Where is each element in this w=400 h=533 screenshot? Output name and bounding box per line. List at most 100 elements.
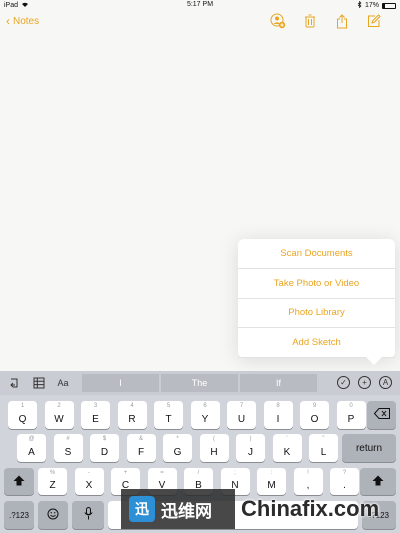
key-row3-3[interactable]: = V [147, 468, 177, 495]
microphone-icon [83, 507, 93, 523]
numbers-key-right[interactable]: .?123 [362, 501, 396, 529]
undo-icon[interactable] [8, 376, 22, 390]
status-bar: iPad 5:17 PM 17% [0, 0, 400, 10]
popover-arrow [366, 357, 382, 365]
format-text-button[interactable]: Aa [56, 376, 70, 390]
key-primary-label: Q [18, 413, 27, 425]
dictation-key[interactable] [72, 501, 104, 529]
key-primary-label: C [121, 480, 130, 491]
add-people-icon[interactable] [270, 13, 286, 29]
key-row1-8[interactable]: 9O [300, 401, 329, 429]
key-primary-label: E [92, 413, 99, 425]
key-secondary-label: % [49, 470, 56, 476]
emoji-icon [47, 508, 59, 523]
key-secondary-label: 3 [93, 403, 98, 409]
key-primary-label: . [343, 480, 346, 491]
return-label: return [355, 442, 383, 454]
key-row1-0[interactable]: 1Q [8, 401, 37, 429]
key-primary-label: , [306, 480, 310, 491]
key-secondary-label: # [66, 436, 70, 442]
emoji-key[interactable] [38, 501, 68, 529]
key-row2-1[interactable]: # S [53, 434, 83, 462]
numbers-key[interactable]: .?123 [4, 501, 34, 529]
battery-percent: 17% [364, 2, 379, 9]
key-primary-label: Z [49, 480, 56, 491]
key-primary-label: R [128, 413, 136, 425]
key-secondary-label: 1 [20, 403, 25, 409]
key-row3-2[interactable]: + C [111, 468, 140, 495]
key-primary-label: K [283, 446, 291, 458]
key-secondary-label: ) [249, 436, 252, 442]
key-secondary-label: : [270, 470, 273, 476]
key-primary-label: X [85, 480, 93, 491]
key-row2-6[interactable]: ) J [236, 434, 265, 462]
key-row1-6[interactable]: 7U [227, 401, 256, 429]
key-row1-1[interactable]: 2W [44, 401, 74, 429]
shift-icon [13, 475, 25, 489]
shift-icon [372, 475, 384, 489]
key-primary-label: P [347, 413, 355, 425]
return-key[interactable]: return [342, 434, 396, 462]
suggestion-2[interactable]: The [161, 374, 238, 392]
space-bar[interactable] [108, 501, 358, 529]
numbers-label: .?123 [8, 510, 30, 520]
key-secondary-label: 8 [276, 403, 280, 409]
suggestion-1[interactable]: I [82, 374, 159, 392]
key-row3-6[interactable]: :M [257, 468, 286, 495]
shift-key-left[interactable] [4, 468, 34, 495]
key-primary-label: H [210, 446, 218, 458]
key-secondary-label: ! [307, 470, 309, 476]
photo-library-item[interactable]: Photo Library [238, 299, 395, 329]
key-secondary-label: - [88, 470, 90, 476]
key-secondary-label: ( [213, 436, 215, 442]
key-secondary-label: ; [234, 470, 236, 476]
shift-key-right[interactable] [360, 468, 396, 495]
scan-documents-item[interactable]: Scan Documents [238, 239, 395, 269]
key-row1-2[interactable]: 3E [81, 401, 110, 429]
key-row1-5[interactable]: 6Y [190, 401, 220, 429]
key-row3-1[interactable]: -X [74, 468, 104, 495]
navigation-bar: ‹ Notes [0, 10, 400, 34]
delete-key[interactable] [367, 401, 396, 429]
numbers-label: .?123 [368, 510, 390, 520]
key-row3-4[interactable]: / B [184, 468, 213, 495]
add-sketch-item[interactable]: Add Sketch [238, 328, 395, 358]
key-row2-0[interactable]: @ A [17, 434, 46, 462]
key-row3-7[interactable]: !, [293, 468, 323, 495]
compose-icon[interactable] [366, 13, 382, 29]
table-icon[interactable] [32, 376, 46, 390]
key-row3-8[interactable]: ?. [330, 468, 359, 495]
keyboard: Aa I The If ✓ + A 1 Q 2 W 3 E 4 R 5 T 6 Y 7 U 8 I 9 O 0 P @ A… [0, 371, 400, 533]
share-icon[interactable] [334, 13, 350, 29]
checklist-icon[interactable]: ✓ [337, 376, 350, 389]
key-primary-label: F [137, 446, 145, 458]
key-row1-4[interactable]: 5T [154, 401, 183, 429]
key-row1-9[interactable]: 0P [336, 401, 366, 429]
delete-icon [373, 408, 390, 422]
back-button[interactable]: ‹ Notes [6, 15, 39, 27]
key-primary-label: D [100, 446, 109, 458]
add-attachment-icon[interactable]: + [358, 376, 371, 389]
suggestion-3[interactable]: If [240, 374, 317, 392]
key-row1-3[interactable]: 4R [117, 401, 147, 429]
key-row2-3[interactable]: & F [126, 434, 156, 462]
key-row2-5[interactable]: (H [199, 434, 229, 462]
trash-icon[interactable] [302, 13, 318, 29]
status-time: 5:17 PM [186, 1, 214, 8]
key-row2-4[interactable]: * G [163, 434, 192, 462]
key-row3-5[interactable]: ; N [220, 468, 250, 495]
key-row3-0[interactable]: % Z [38, 468, 67, 495]
key-row2-7[interactable]: ' K [272, 434, 302, 462]
key-secondary-label: 0 [349, 403, 353, 409]
key-row2-2[interactable]: $ D [90, 434, 119, 462]
key-primary-label: O [310, 413, 319, 425]
bluetooth-icon [357, 0, 362, 10]
key-secondary-label: & [138, 436, 143, 442]
key-secondary-label: " [322, 436, 325, 442]
markup-icon[interactable]: A [379, 376, 392, 389]
key-row2-8[interactable]: " L [309, 434, 338, 462]
shortcut-bar: Aa I The If ✓ + A [0, 371, 400, 395]
key-row1-7[interactable]: 8I [263, 401, 293, 429]
take-photo-item[interactable]: Take Photo or Video [238, 269, 395, 299]
key-secondary-label: / [197, 470, 200, 476]
